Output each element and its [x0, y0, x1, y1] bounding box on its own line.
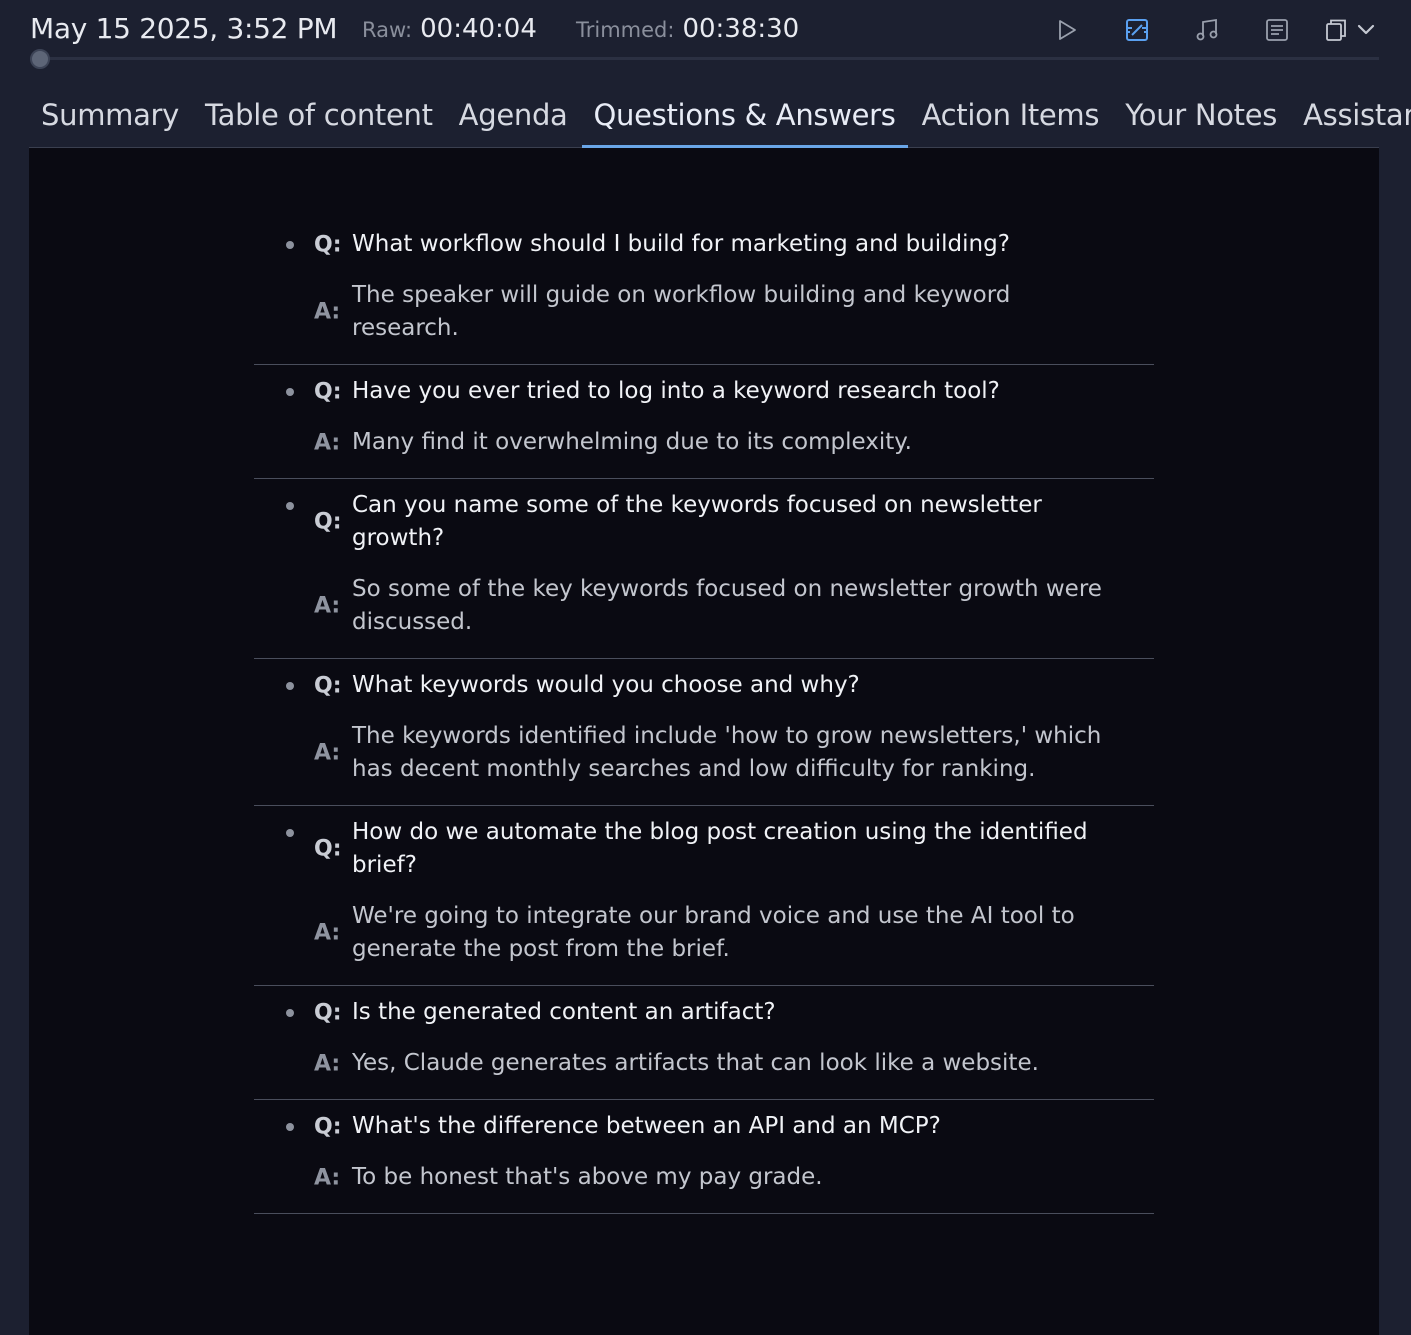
copy-icon	[1326, 19, 1346, 41]
answer-tag: A:	[314, 1051, 341, 1076]
qa-panel: Q: What workflow should I build for mark…	[29, 148, 1379, 1335]
timeline-track[interactable]	[30, 57, 1379, 60]
question-row: Q: What workflow should I build for mark…	[254, 228, 1154, 261]
bullet	[286, 388, 294, 396]
question-row: Q: How do we automate the blog post crea…	[254, 816, 1154, 882]
answer-row: A: The speaker will guide on workflow bu…	[254, 279, 1154, 345]
tab-agenda[interactable]: Agenda	[447, 86, 580, 147]
answer-tag: A:	[314, 430, 341, 455]
audio-button[interactable]	[1187, 10, 1227, 50]
answer-text: To be honest that's above my pay grade.	[352, 1164, 823, 1190]
answer-tag: A:	[314, 299, 341, 325]
raw-duration: Raw: 00:40:04	[362, 14, 537, 44]
answer-row: A: To be honest that's above my pay grad…	[254, 1161, 1154, 1194]
tab-questions-answers[interactable]: Questions & Answers	[581, 86, 908, 148]
bullet	[286, 1009, 294, 1017]
answer-row: A: We're going to integrate our brand vo…	[254, 900, 1154, 966]
bullet	[286, 502, 294, 510]
question-row: Q: Have you ever tried to log into a key…	[254, 375, 1154, 408]
copy-options-button[interactable]	[1353, 10, 1379, 50]
answer-text: The speaker will guide on workflow build…	[352, 282, 1011, 341]
transcript-button[interactable]	[1257, 10, 1297, 50]
qa-item: Q: Can you name some of the keywords foc…	[254, 479, 1154, 659]
qa-item: Q: What's the difference between an API …	[254, 1100, 1154, 1214]
toolbar	[1017, 10, 1379, 50]
qa-item: Q: Is the generated content an artifact?…	[254, 986, 1154, 1100]
timeline-playhead[interactable]	[30, 49, 50, 69]
answer-tag: A:	[314, 1165, 341, 1190]
raw-value: 00:40:04	[420, 14, 537, 44]
qa-item: Q: How do we automate the blog post crea…	[254, 806, 1154, 986]
document-icon	[1266, 19, 1288, 41]
question-text: Can you name some of the keywords focuse…	[352, 492, 1042, 551]
bullet	[286, 241, 294, 249]
copy-button[interactable]	[1319, 10, 1353, 50]
trimmed-value: 00:38:30	[682, 14, 800, 44]
trimmed-duration: Trimmed: 00:38:30	[576, 14, 799, 44]
answer-text: The keywords identified include 'how to …	[352, 723, 1102, 782]
answer-row: A: Yes, Claude generates artifacts that …	[254, 1047, 1154, 1080]
question-tag: Q:	[314, 1000, 342, 1025]
qa-item: Q: Have you ever tried to log into a key…	[254, 365, 1154, 479]
answer-text: Yes, Claude generates artifacts that can…	[352, 1050, 1039, 1076]
chevron-down-icon	[1357, 24, 1375, 35]
raw-label: Raw:	[362, 18, 413, 42]
recording-date: May 15 2025, 3:52 PM	[30, 12, 338, 45]
music-icon	[1196, 18, 1218, 41]
question-tag: Q:	[314, 1114, 342, 1139]
question-text: What workflow should I build for marketi…	[352, 231, 1010, 257]
tab-action-items[interactable]: Action Items	[910, 86, 1112, 147]
question-row: Q: Can you name some of the keywords foc…	[254, 489, 1154, 555]
question-tag: Q:	[314, 836, 342, 862]
tab-table-of-content[interactable]: Table of content	[193, 86, 445, 147]
question-tag: Q:	[314, 379, 342, 404]
answer-tag: A:	[314, 740, 341, 766]
question-row: Q: Is the generated content an artifact?	[254, 996, 1154, 1029]
answer-text: So some of the key keywords focused on n…	[352, 576, 1102, 635]
tab-bar: Summary Table of content Agenda Question…	[29, 86, 1411, 148]
answer-row: A: So some of the key keywords focused o…	[254, 573, 1154, 639]
question-row: Q: What keywords would you choose and wh…	[254, 669, 1154, 702]
question-text: How do we automate the blog post creatio…	[352, 819, 1088, 878]
play-icon	[1059, 20, 1076, 40]
tab-summary[interactable]: Summary	[29, 86, 191, 147]
trimmed-label: Trimmed:	[576, 18, 675, 42]
question-row: Q: What's the difference between an API …	[254, 1110, 1154, 1143]
answer-tag: A:	[314, 920, 341, 946]
bullet	[286, 829, 294, 837]
question-text: What's the difference between an API and…	[352, 1113, 941, 1139]
play-button[interactable]	[1047, 10, 1087, 50]
question-text: What keywords would you choose and why?	[352, 672, 860, 698]
bullet	[286, 1123, 294, 1131]
copy-split-button[interactable]	[1319, 10, 1379, 50]
question-tag: Q:	[314, 509, 342, 535]
answer-text: Many find it overwhelming due to its com…	[352, 429, 912, 455]
tab-assistant[interactable]: Assistant	[1291, 86, 1411, 147]
app-window: May 15 2025, 3:52 PM Raw: 00:40:04 Trimme…	[0, 0, 1411, 1335]
qa-list: Q: What workflow should I build for mark…	[254, 218, 1154, 1214]
recording-header: May 15 2025, 3:52 PM Raw: 00:40:04 Trimme…	[30, 0, 1379, 60]
bullet	[286, 682, 294, 690]
qa-item: Q: What keywords would you choose and wh…	[254, 659, 1154, 806]
question-text: Have you ever tried to log into a keywor…	[352, 378, 1000, 404]
question-tag: Q:	[314, 232, 342, 257]
answer-text: We're going to integrate our brand voice…	[352, 903, 1075, 962]
question-text: Is the generated content an artifact?	[352, 999, 776, 1025]
answer-row: A: The keywords identified include 'how …	[254, 720, 1154, 786]
question-tag: Q:	[314, 673, 342, 698]
qa-item: Q: What workflow should I build for mark…	[254, 218, 1154, 365]
chapters-icon	[1126, 19, 1148, 41]
tab-your-notes[interactable]: Your Notes	[1113, 86, 1289, 147]
answer-tag: A:	[314, 593, 341, 619]
chapters-button[interactable]	[1117, 10, 1157, 50]
answer-row: A: Many find it overwhelming due to its …	[254, 426, 1154, 459]
